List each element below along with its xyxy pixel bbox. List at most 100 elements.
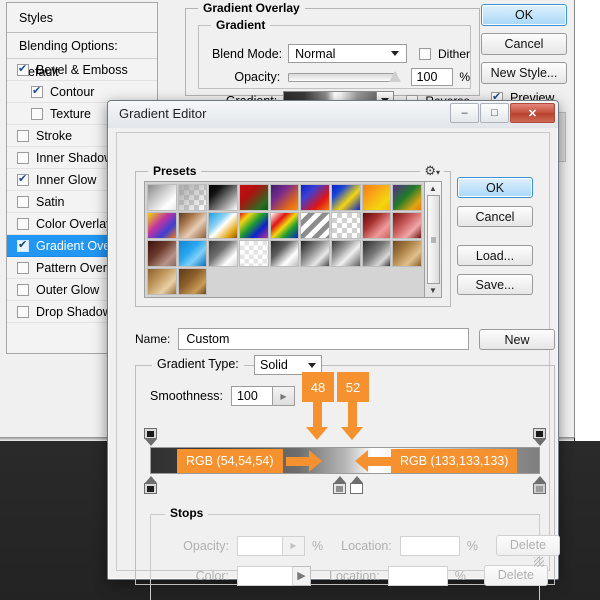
effect-label: Drop Shadow bbox=[36, 301, 112, 323]
preset-swatch[interactable] bbox=[392, 212, 422, 239]
screen-root: Style Logo Align all Styles Blending Opt… bbox=[0, 0, 600, 600]
minimize-icon[interactable]: – bbox=[450, 103, 479, 123]
annotation-arrow-48 bbox=[313, 400, 322, 428]
preset-swatch[interactable] bbox=[208, 212, 238, 239]
opacity-stop-row: Opacity: ▶ % Location: % Delete bbox=[173, 535, 560, 556]
gradient-editor-titlebar[interactable]: Gradient Editor – □ ✕ bbox=[108, 101, 558, 128]
preset-swatch[interactable] bbox=[392, 240, 422, 267]
preset-swatch[interactable] bbox=[239, 212, 269, 239]
name-row: Name: Custom New bbox=[135, 328, 555, 350]
color-stop-52[interactable] bbox=[350, 476, 363, 494]
effect-label: Stroke bbox=[36, 125, 72, 147]
delete-opacity-stop-button: Delete bbox=[496, 535, 560, 556]
name-label: Name: bbox=[135, 332, 170, 346]
annotation-arrow-rgb-54 bbox=[286, 457, 309, 466]
ge-save-button[interactable]: Save... bbox=[457, 274, 533, 295]
opacity-stop-end[interactable] bbox=[533, 428, 546, 446]
opacity-input[interactable]: 100 bbox=[411, 68, 454, 86]
dither-checkbox[interactable] bbox=[419, 48, 431, 60]
presets-group: Presets ⚙▾ ▲ ▼ bbox=[135, 171, 451, 307]
close-icon[interactable]: ✕ bbox=[510, 103, 555, 123]
color-stop-start[interactable] bbox=[144, 476, 157, 494]
maximize-icon[interactable]: □ bbox=[480, 103, 509, 123]
preset-swatch[interactable] bbox=[331, 212, 361, 239]
preset-swatch[interactable] bbox=[208, 184, 238, 211]
name-input[interactable]: Custom bbox=[178, 328, 469, 350]
preset-swatch[interactable] bbox=[362, 240, 392, 267]
new-preset-button[interactable]: New bbox=[479, 329, 555, 350]
effect-checkbox[interactable] bbox=[17, 64, 29, 76]
preset-swatch[interactable] bbox=[270, 184, 300, 211]
preset-swatch[interactable] bbox=[178, 212, 208, 239]
gradient-subgroup: Gradient Blend Mode: Normal Dither Opaci… bbox=[198, 25, 471, 89]
opacity-stop-start[interactable] bbox=[144, 428, 157, 446]
presets-scrollbar[interactable]: ▲ ▼ bbox=[424, 182, 441, 297]
stop-color-location-label: Location: bbox=[329, 569, 380, 583]
gradient-subgroup-title: Gradient bbox=[211, 18, 270, 32]
preset-swatch[interactable] bbox=[147, 184, 177, 211]
ge-cancel-button[interactable]: Cancel bbox=[457, 206, 533, 227]
preset-swatch[interactable] bbox=[362, 184, 392, 211]
effect-checkbox[interactable] bbox=[17, 196, 29, 208]
ls-cancel-button[interactable]: Cancel bbox=[481, 33, 567, 55]
preset-swatch[interactable] bbox=[392, 184, 422, 211]
preset-swatch[interactable] bbox=[178, 184, 208, 211]
effect-checkbox[interactable] bbox=[31, 86, 43, 98]
preset-swatch[interactable] bbox=[331, 184, 361, 211]
effect-label: Texture bbox=[50, 103, 91, 125]
gradient-overlay-group: Gradient Overlay Gradient Blend Mode: No… bbox=[185, 8, 480, 96]
effect-checkbox[interactable] bbox=[17, 306, 29, 318]
preset-swatch[interactable] bbox=[300, 240, 330, 267]
ge-load-button[interactable]: Load... bbox=[457, 245, 533, 266]
preset-swatch[interactable] bbox=[147, 212, 177, 239]
gear-icon[interactable]: ⚙▾ bbox=[420, 163, 444, 179]
stop-opacity-label: Opacity: bbox=[173, 539, 229, 553]
color-stop-end[interactable] bbox=[533, 476, 546, 494]
preset-swatch[interactable] bbox=[270, 240, 300, 267]
preset-swatch[interactable] bbox=[147, 240, 177, 267]
opacity-slider[interactable] bbox=[288, 73, 396, 82]
smoothness-input[interactable]: 100 bbox=[231, 386, 273, 406]
preset-swatch[interactable] bbox=[239, 184, 269, 211]
effect-checkbox[interactable] bbox=[17, 262, 29, 274]
annotation-badge-48: 48 bbox=[302, 372, 334, 402]
ls-ok-button[interactable]: OK bbox=[481, 4, 567, 26]
preset-swatch[interactable] bbox=[270, 212, 300, 239]
preset-swatch[interactable] bbox=[208, 240, 238, 267]
presets-well: ▲ ▼ bbox=[144, 181, 442, 298]
preset-swatch[interactable] bbox=[178, 240, 208, 267]
effect-checkbox[interactable] bbox=[17, 130, 29, 142]
preset-swatch[interactable] bbox=[300, 184, 330, 211]
chevron-down-icon bbox=[308, 363, 316, 368]
preset-swatch-grid[interactable] bbox=[145, 182, 424, 297]
effect-label: Contour bbox=[50, 81, 94, 103]
opacity-slider-thumb[interactable] bbox=[389, 71, 401, 82]
scrollbar-thumb[interactable] bbox=[427, 195, 440, 284]
preset-swatch[interactable] bbox=[178, 268, 208, 295]
smoothness-stepper[interactable]: ▶ bbox=[273, 386, 295, 406]
effect-checkbox[interactable] bbox=[17, 174, 29, 186]
blend-mode-select[interactable]: Normal bbox=[288, 44, 407, 63]
effect-checkbox[interactable] bbox=[17, 284, 29, 296]
annotation-label-rgb-133: RGB (133,133,133) bbox=[391, 449, 517, 473]
gradient-type-value: Solid bbox=[260, 358, 288, 372]
scroll-down-arrow-icon[interactable]: ▼ bbox=[429, 286, 437, 295]
effect-checkbox[interactable] bbox=[17, 152, 29, 164]
resize-grip-icon[interactable] bbox=[534, 557, 544, 567]
blending-options-row[interactable]: Blending Options: Default bbox=[7, 33, 157, 59]
ge-ok-button[interactable]: OK bbox=[457, 177, 533, 198]
preset-swatch[interactable] bbox=[331, 240, 361, 267]
effect-label: Bevel & Emboss bbox=[36, 59, 128, 81]
preset-swatch[interactable] bbox=[239, 240, 269, 267]
effect-checkbox[interactable] bbox=[17, 240, 29, 252]
annotation-badge-52: 52 bbox=[337, 372, 369, 402]
preset-swatch[interactable] bbox=[147, 268, 177, 295]
effect-checkbox[interactable] bbox=[31, 108, 43, 120]
color-stop-48[interactable] bbox=[333, 476, 346, 494]
preset-swatch[interactable] bbox=[300, 212, 330, 239]
ls-new-style-button[interactable]: New Style... bbox=[481, 62, 567, 84]
effect-label: Inner Shadow bbox=[36, 147, 113, 169]
scroll-up-arrow-icon[interactable]: ▲ bbox=[429, 184, 437, 193]
preset-swatch[interactable] bbox=[362, 212, 392, 239]
effect-checkbox[interactable] bbox=[17, 218, 29, 230]
